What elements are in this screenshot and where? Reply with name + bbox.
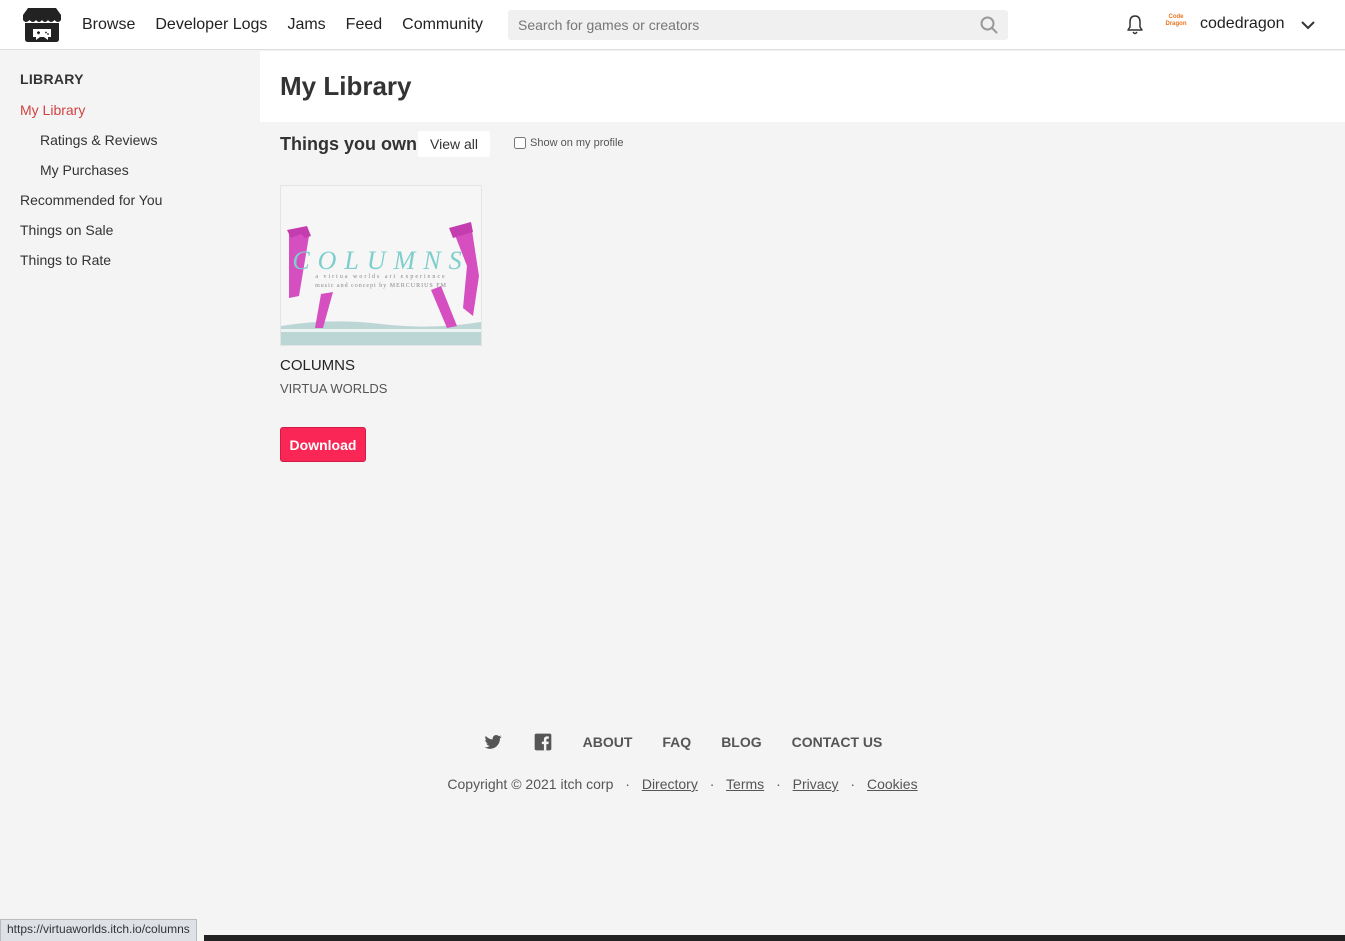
footer-faq-link[interactable]: FAQ [662,734,691,750]
section-title: Things you own [280,134,417,154]
show-on-profile-checkbox[interactable] [514,137,526,149]
view-all-button[interactable]: View all [418,131,490,157]
bell-icon[interactable] [1125,14,1145,36]
sidebar-item-ratings-reviews[interactable]: Ratings & Reviews [40,132,158,148]
game-thumbnail[interactable]: COLUMNS a virtua worlds art experience m… [280,185,482,346]
cover-title: COLUMNS [292,246,469,275]
separator: · [709,776,715,792]
facebook-icon[interactable] [533,732,553,752]
chevron-down-icon[interactable] [1300,17,1316,33]
top-header: Browse Developer Logs Jams Feed Communit… [0,0,1345,50]
cover-credit: music and concept by MERCURIUS FM [315,283,447,289]
nav-feed[interactable]: Feed [346,16,382,34]
download-button[interactable]: Download [280,427,366,462]
footer-blog-link[interactable]: BLOG [721,734,761,750]
nav-developer-logs[interactable]: Developer Logs [155,16,267,34]
separator: · [850,776,856,792]
twitter-icon[interactable] [483,732,503,752]
nav-community[interactable]: Community [402,16,483,34]
nav-browse[interactable]: Browse [82,16,135,34]
sidebar-title: LIBRARY [20,71,84,87]
sidebar-item-my-library[interactable]: My Library [20,102,85,118]
sidebar-item-my-purchases[interactable]: My Purchases [40,162,129,178]
bottom-edge-bar [204,935,1345,941]
footer-contact-link[interactable]: CONTACT US [792,734,883,750]
search-input[interactable] [508,10,968,40]
avatar[interactable]: Code Dragon [1162,14,1190,34]
search-bar [508,10,1008,40]
directory-link[interactable]: Directory [642,776,698,792]
sidebar-item-things-on-sale[interactable]: Things on Sale [20,222,113,238]
copyright-text: Copyright © 2021 itch corp [447,776,614,792]
columns-cover-art: COLUMNS a virtua worlds art experience m… [281,186,481,345]
separator: · [776,776,781,792]
copyright-bar: Copyright © 2021 itch corp · Directory ·… [0,776,1345,792]
page-title: My Library [280,71,412,101]
terms-link[interactable]: Terms [726,776,764,792]
game-author[interactable]: VIRTUA WORLDS [280,381,387,396]
page-header: My Library [260,51,1345,122]
show-on-profile-label: Show on my profile [530,137,624,149]
footer-links: ABOUT FAQ BLOG CONTACT US [0,732,1345,752]
itchio-logo-icon[interactable] [22,6,62,44]
main-nav: Browse Developer Logs Jams Feed Communit… [82,0,483,50]
cover-subtitle: a virtua worlds art experience [315,274,446,280]
privacy-link[interactable]: Privacy [793,776,839,792]
game-title[interactable]: COLUMNS [280,357,355,374]
show-on-profile-toggle[interactable]: Show on my profile [514,137,624,149]
username[interactable]: codedragon [1200,15,1285,33]
sidebar-item-things-to-rate[interactable]: Things to Rate [20,252,111,268]
cookies-link[interactable]: Cookies [867,776,918,792]
footer-about-link[interactable]: ABOUT [583,734,633,750]
separator: · [625,776,630,792]
game-cell: COLUMNS a virtua worlds art experience m… [280,185,482,462]
sidebar-item-recommended[interactable]: Recommended for You [20,192,162,208]
nav-jams[interactable]: Jams [287,16,325,34]
search-icon[interactable] [980,16,998,34]
status-bar-url: https://virtuaworlds.itch.io/columns [0,919,197,941]
